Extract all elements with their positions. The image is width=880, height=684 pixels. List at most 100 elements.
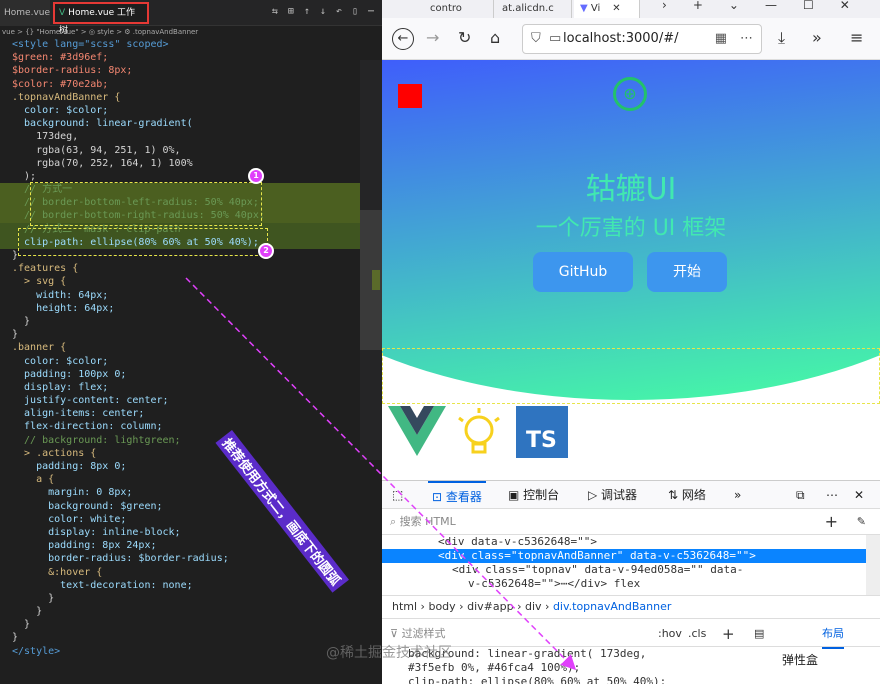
tab-network[interactable]: ⇅ 网络: [668, 481, 706, 509]
crumb-div[interactable]: div: [525, 600, 542, 613]
code-line[interactable]: justify-content: center;: [0, 394, 382, 407]
logo-icon[interactable]: ⊕: [613, 77, 647, 111]
crumb-body[interactable]: body: [428, 600, 455, 613]
code-line[interactable]: $color: #70e2ab;: [0, 78, 382, 91]
code-line[interactable]: .features {: [0, 262, 382, 275]
maximize-icon[interactable]: ☐: [803, 0, 814, 12]
code-line[interactable]: align-items: center;: [0, 407, 382, 420]
code-line[interactable]: .topnavAndBanner {: [0, 91, 382, 104]
code-line[interactable]: }: [0, 315, 382, 328]
arrow-up-icon[interactable]: ↑: [304, 6, 310, 17]
home-button[interactable]: ⌂: [490, 28, 500, 47]
browser-tab-2[interactable]: at.alicdn.c: [496, 0, 572, 18]
crumb-app[interactable]: div#app: [467, 600, 513, 613]
compare-icon[interactable]: ⇆: [272, 6, 278, 17]
open-changes-icon[interactable]: ⊞: [288, 6, 294, 17]
chevron-down-icon[interactable]: ⌄: [729, 0, 739, 12]
url-text[interactable]: localhost:3000/#/: [563, 31, 678, 46]
crumb-current[interactable]: div.topnavAndBanner: [553, 600, 671, 613]
rule-line[interactable]: clip-path: ellipse(80% 60% at 50% 40%);: [382, 675, 762, 684]
back-button[interactable]: ←: [392, 28, 414, 50]
code-line[interactable]: 173deg,: [0, 130, 382, 143]
print-media-icon[interactable]: ▤: [754, 621, 764, 647]
code-line[interactable]: $border-radius: 8px;: [0, 64, 382, 77]
revert-icon[interactable]: ↶: [336, 6, 342, 17]
arrow-down-icon[interactable]: ↓: [320, 6, 326, 17]
tab-debugger[interactable]: ▷ 调试器: [588, 481, 637, 509]
html-search-field[interactable]: ⌕ 搜索 HTML + ✎: [382, 509, 880, 535]
code-line[interactable]: > svg {: [0, 275, 382, 288]
minimap[interactable]: [360, 60, 382, 460]
tab-inspector[interactable]: ⊡ 查看器: [428, 481, 486, 509]
start-button[interactable]: 开始: [647, 252, 727, 292]
code-line[interactable]: color: white;: [0, 513, 382, 526]
code-line[interactable]: padding: 100px 0;: [0, 368, 382, 381]
code-line[interactable]: }: [0, 618, 382, 631]
url-bar[interactable]: ⛉ ▭ localhost:3000/#/ ▦ ⋯: [522, 24, 762, 54]
code-line[interactable]: }: [0, 631, 382, 644]
dom-node[interactable]: v-c5362648="">⋯</div> flex: [382, 577, 880, 591]
crumb-html[interactable]: html: [392, 600, 417, 613]
element-picker-icon[interactable]: ⬚: [392, 481, 403, 509]
dock-icon[interactable]: ⧉: [796, 481, 805, 509]
close-devtools-icon[interactable]: ✕: [854, 481, 864, 509]
code-line[interactable]: background: $green;: [0, 500, 382, 513]
code-line[interactable]: $green: #3d96ef;: [0, 51, 382, 64]
code-line[interactable]: }: [0, 592, 382, 605]
code-line[interactable]: display: flex;: [0, 381, 382, 394]
classes-button[interactable]: .cls: [688, 621, 706, 647]
tab-home-vue[interactable]: Home.vue: [0, 0, 50, 26]
close-tab-icon[interactable]: ✕: [612, 3, 620, 14]
extensions-overflow-icon[interactable]: »: [812, 28, 822, 47]
rule-line[interactable]: #3f5efb 0%, #46fca4 100%);: [382, 661, 762, 675]
code-line[interactable]: a {: [0, 473, 382, 486]
code-line[interactable]: // background: lightgreen;: [0, 434, 382, 447]
code-line[interactable]: background: linear-gradient(: [0, 117, 382, 130]
flexbox-label[interactable]: 弹性盒: [782, 653, 818, 667]
code-line[interactable]: }: [0, 605, 382, 618]
minimize-icon[interactable]: —: [765, 0, 777, 12]
more-icon[interactable]: ⋯: [368, 6, 374, 17]
reload-button[interactable]: ↻: [458, 28, 471, 47]
code-line[interactable]: <style lang="scss" scoped>: [0, 38, 382, 51]
code-line[interactable]: .banner {: [0, 341, 382, 354]
github-button[interactable]: GitHub: [533, 252, 633, 292]
code-line[interactable]: color: $color;: [0, 104, 382, 117]
code-line[interactable]: rgba(70, 252, 164, 1) 100%: [0, 157, 382, 170]
page-actions-icon[interactable]: ⋯: [740, 25, 753, 53]
page-icon[interactable]: ▭: [549, 25, 561, 53]
code-line[interactable]: margin: 0 8px;: [0, 486, 382, 499]
tab-layout[interactable]: 布局: [822, 621, 844, 649]
eyedropper-icon[interactable]: ✎: [857, 509, 866, 535]
filter-styles-field[interactable]: 过滤样式: [402, 627, 446, 640]
chevron-right-icon[interactable]: ›: [662, 0, 667, 12]
tab-console[interactable]: ▣ 控制台: [508, 481, 559, 509]
forward-button[interactable]: →: [426, 28, 439, 47]
download-icon[interactable]: ⤓: [778, 28, 785, 48]
dom-node[interactable]: <div data-v-c5362648="">: [382, 535, 880, 549]
code-line[interactable]: width: 64px;: [0, 289, 382, 302]
tab-home-vue-worktree[interactable]: V Home.vue 工作树: [53, 2, 149, 36]
code-line[interactable]: > .actions {: [0, 447, 382, 460]
hamburger-menu-icon[interactable]: ≡: [850, 28, 863, 47]
devtools-menu-icon[interactable]: ⋯: [826, 481, 838, 509]
qr-code-icon[interactable]: ▦: [715, 25, 727, 53]
dom-tree[interactable]: <div data-v-c5362648=""> <div class="top…: [382, 535, 880, 595]
dom-node[interactable]: <div class="topnav" data-v-94ed058a="" d…: [382, 563, 880, 577]
split-icon[interactable]: ▯: [352, 6, 358, 17]
code-line[interactable]: color: $color;: [0, 355, 382, 368]
dom-breadcrumb[interactable]: html › body › div#app › div › div.topnav…: [382, 595, 880, 619]
more-tabs-icon[interactable]: »: [734, 481, 741, 509]
code-line[interactable]: </style>: [0, 645, 382, 658]
browser-tab-1[interactable]: contro: [424, 0, 494, 18]
breadcrumb[interactable]: vue > {} "Home.vue" > ◎ style > ⚙ .topna…: [0, 26, 382, 38]
code-line[interactable]: display: inline-block;: [0, 526, 382, 539]
dom-tree-scrollbar[interactable]: [866, 535, 880, 595]
hover-state-button[interactable]: :hov: [658, 621, 682, 647]
add-node-icon[interactable]: +: [825, 509, 838, 535]
code-line[interactable]: rgba(63, 94, 251, 1) 0%,: [0, 144, 382, 157]
code-line[interactable]: height: 64px;: [0, 302, 382, 315]
browser-tab-active[interactable]: ▼ Vi ✕: [574, 0, 640, 18]
code-line[interactable]: flex-direction: column;: [0, 420, 382, 433]
dom-node-selected[interactable]: <div class="topnavAndBanner" data-v-c536…: [382, 549, 880, 563]
